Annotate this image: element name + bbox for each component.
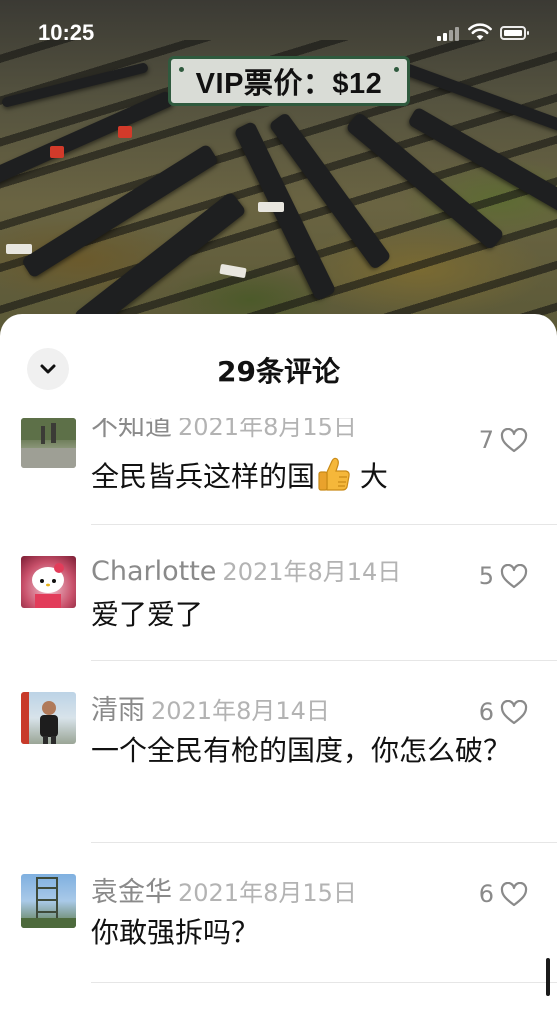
comment-date: 2021年8月15日 <box>178 418 357 441</box>
heart-icon <box>500 427 528 452</box>
comment-meta: 清雨 2021年8月14日 <box>91 688 330 727</box>
pin-dot <box>394 67 399 72</box>
like-count: 6 <box>478 698 494 726</box>
status-bar: 10:25 <box>0 0 557 64</box>
comment-text-part: 全民皆兵这样的国 <box>91 460 316 493</box>
comments-header: 29条评论 <box>0 314 557 418</box>
comments-count-title: 29条评论 <box>217 355 340 388</box>
cellular-signal-icon <box>437 27 459 41</box>
status-time: 10:25 <box>38 20 95 45</box>
wifi-icon <box>468 23 492 40</box>
avatar[interactable] <box>21 692 76 744</box>
comment-text: 一个全民有枪的国度，你怎么破？ <box>91 734 512 767</box>
price-tag <box>50 146 64 158</box>
like-button[interactable]: 5 <box>472 562 528 590</box>
comment-date: 2021年8月14日 <box>151 697 330 725</box>
commenter-name[interactable]: 清雨 <box>91 695 145 726</box>
comment-meta: 袁金华 2021年8月15日 <box>91 870 357 909</box>
comment-text: 全民皆兵这样的国 大 <box>91 454 521 499</box>
avatar[interactable] <box>21 418 76 468</box>
like-count: 7 <box>478 426 494 454</box>
heart-icon <box>500 563 528 588</box>
comments-list[interactable]: 不知道 2021年8月15日 7 全民皆兵这样的国 大 Charlotte 20… <box>0 418 557 1014</box>
commenter-name[interactable]: 不知道 <box>91 418 172 442</box>
like-count: 6 <box>478 880 494 908</box>
comment-meta: 不知道 2021年8月15日 <box>91 418 357 443</box>
avatar[interactable] <box>21 556 76 608</box>
avatar-image <box>21 692 58 744</box>
price-tag <box>258 202 284 212</box>
comment-date: 2021年8月15日 <box>178 879 357 907</box>
battery-icon <box>500 26 529 40</box>
thumbs-up-emoji <box>317 456 351 492</box>
comment-date: 2021年8月14日 <box>222 558 402 586</box>
divider <box>91 660 557 661</box>
like-button[interactable]: 6 <box>472 880 528 908</box>
scrollbar[interactable] <box>546 958 550 996</box>
like-button[interactable]: 6 <box>472 698 528 726</box>
commenter-name[interactable]: Charlotte <box>91 556 216 587</box>
divider <box>91 842 557 843</box>
price-tag <box>6 244 32 254</box>
heart-icon <box>500 699 528 724</box>
like-button[interactable]: 7 <box>472 426 528 454</box>
pin-dot <box>179 67 184 72</box>
comment-meta: Charlotte 2021年8月14日 <box>91 552 401 587</box>
heart-icon <box>500 881 528 906</box>
avatar-image <box>32 563 64 608</box>
price-tag <box>118 126 132 138</box>
comment-text: 爱了爱了 <box>91 598 204 631</box>
avatar-image <box>21 877 76 928</box>
commenter-name[interactable]: 袁金华 <box>91 877 172 908</box>
avatar-image <box>21 418 76 468</box>
like-count: 5 <box>478 562 494 590</box>
comment-text: 你敢强拆吗？ <box>91 916 260 949</box>
comment-text-part: 大 <box>351 460 388 493</box>
divider <box>91 982 557 983</box>
ticket-price-text: VIP票价：$12 <box>195 68 383 100</box>
comments-sheet: 29条评论 不知道 2021年8月15日 7 全民皆兵这样的国 大 Charlo… <box>0 314 557 1014</box>
divider <box>91 524 557 525</box>
avatar[interactable] <box>21 874 76 928</box>
